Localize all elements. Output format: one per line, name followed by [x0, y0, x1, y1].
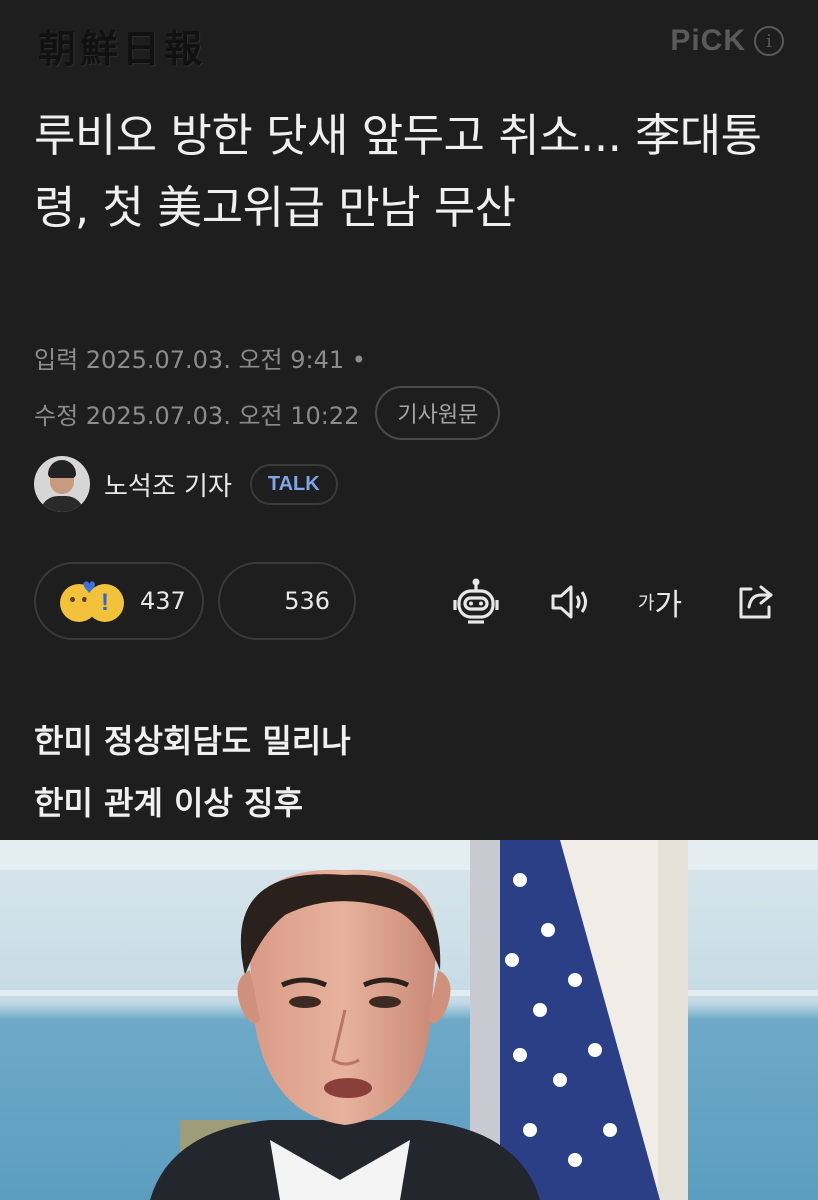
subheadings: 한미 정상회담도 밀리나 한미 관계 이상 징후 [34, 710, 351, 834]
font-size-icon[interactable]: 가가 [632, 574, 688, 630]
pick-label: PiCK [670, 24, 746, 57]
info-icon[interactable]: i [754, 26, 784, 56]
comment-button[interactable]: 536 [218, 562, 356, 640]
reporter-row: 노석조 기자 TALK [34, 456, 338, 512]
edited-timestamp: 수정 2025.07.03. 오전 10:22 [34, 401, 360, 430]
font-size-large-label: 가 [654, 588, 683, 623]
talk-button[interactable]: TALK [249, 463, 338, 505]
subheading-2: 한미 관계 이상 징후 [34, 784, 303, 822]
published-timestamp: 입력 2025.07.03. 오전 9:41 • [34, 346, 366, 374]
font-size-small-label: 가 [637, 593, 655, 614]
edited-row: 수정 2025.07.03. 오전 10:22 기사원문 [34, 386, 501, 440]
robot-summary-icon[interactable] [448, 574, 504, 630]
pick-badge[interactable]: PiCK i [670, 24, 784, 58]
reaction-emoji-icon: ! ♥ [60, 578, 130, 622]
reaction-count: 437 [140, 587, 186, 615]
original-article-button[interactable]: 기사원문 [375, 386, 501, 440]
reaction-button[interactable]: ! ♥ 437 [34, 562, 204, 640]
comment-count: 536 [284, 587, 330, 615]
newspaper-logo[interactable]: 朝鮮日報 [38, 18, 206, 73]
speaker-icon[interactable] [541, 574, 597, 630]
share-icon[interactable] [728, 574, 784, 630]
subheading-1: 한미 정상회담도 밀리나 [34, 722, 351, 760]
article-headline: 루비오 방한 닷새 앞두고 취소... 李대통령, 첫 美고위급 만남 무산 [34, 109, 762, 234]
reporter-name[interactable]: 노석조 기자 [104, 466, 232, 503]
masthead: 朝鮮日報 PiCK i [0, 0, 818, 90]
article-photo[interactable] [0, 840, 818, 1200]
reporter-avatar[interactable] [34, 456, 90, 512]
